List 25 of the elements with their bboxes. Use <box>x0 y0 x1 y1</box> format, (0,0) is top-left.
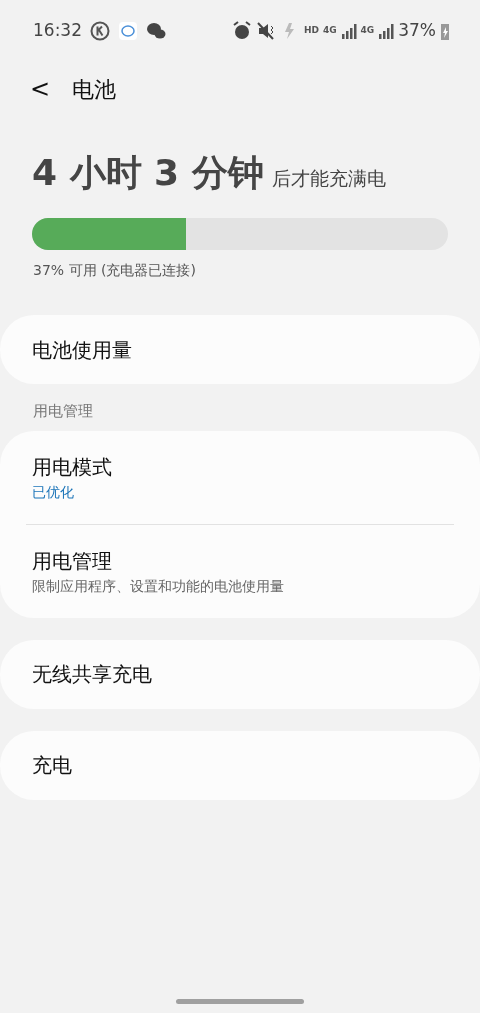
time-remaining: 4 小时 3 分钟 <box>32 151 264 195</box>
mute-icon <box>255 21 276 41</box>
network-label: HD <box>303 24 319 38</box>
battery-percent: 37% <box>398 19 436 43</box>
settings-item[interactable]: 用电模式 已优化 <box>0 430 480 524</box>
chat-app-icon <box>118 21 138 41</box>
battery-charging-icon <box>440 22 450 40</box>
page-title: 电池 <box>72 75 117 104</box>
settings-item[interactable]: 用电管理 限制应用程序、设置和功能的电池使用量 <box>0 524 480 618</box>
battery-status-caption: 37% 可用 (充电器已连接) <box>32 261 197 280</box>
settings-item[interactable]: 无线共享充电 <box>0 639 480 709</box>
status-time: 16:32 <box>33 19 82 43</box>
network-label: 4G <box>322 24 337 38</box>
time-remaining-suffix: 后才能充满电 <box>271 166 386 191</box>
section-header: 用电管理 <box>32 401 94 422</box>
chat-bubbles-icon <box>146 22 166 40</box>
home-indicator[interactable] <box>176 999 304 1004</box>
k-circle-icon <box>90 21 110 41</box>
settings-item[interactable]: 电池使用量 <box>0 315 480 384</box>
settings-item[interactable]: 充电 <box>0 730 480 800</box>
signal-icon <box>340 22 357 40</box>
back-button[interactable]: < <box>30 77 51 101</box>
network-label: 4G <box>360 24 375 38</box>
alarm-icon <box>231 21 252 41</box>
signal-icon <box>378 22 395 40</box>
